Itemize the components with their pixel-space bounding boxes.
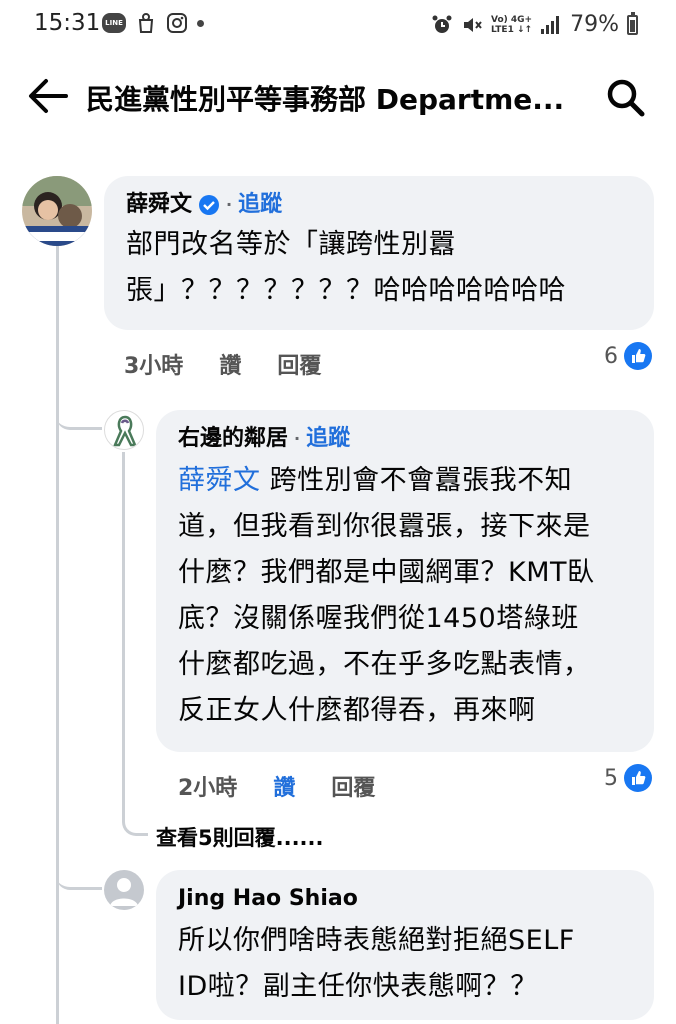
default-user-icon — [110, 878, 138, 906]
page-title: 民進黨性別平等事務部 Departme... — [86, 83, 565, 116]
status-bar: 15:31 LINE Vo) 4G+ LTE1 ↓↑ 79% — [0, 0, 676, 52]
reaction-count[interactable]: 5 — [604, 764, 652, 792]
signal-icon — [540, 14, 562, 36]
status-right-icons: Vo) 4G+ LTE1 ↓↑ 79% — [431, 11, 638, 37]
comment-bubble[interactable]: 薛舜文 · 追蹤 部門改名等於「讓跨性別囂 張」？？？？？？？哈哈哈哈哈哈哈 — [104, 176, 654, 330]
comment-actions: 2小時 讚 回覆 — [178, 770, 375, 802]
thread-connector-reply — [56, 400, 102, 430]
like-button[interactable]: 讚 — [219, 348, 241, 380]
thumbs-up-icon — [624, 342, 652, 370]
dot-icon — [197, 19, 204, 27]
comment-text: 所以你們啥時表態絕對拒絕SELF ID啦？副主任你快表態啊？？ — [178, 925, 575, 1002]
comment-text: 薛舜文 跨性別會不會囂張我不知 道，但我看到你很囂張，接下來是 什麼？我們都是中… — [178, 465, 595, 726]
comment-bubble[interactable]: Jing Hao Shiao 所以你們啥時表態絕對拒絕SELF ID啦？副主任你… — [156, 870, 654, 1020]
avatar[interactable] — [104, 870, 144, 910]
thread-line-main — [56, 246, 59, 1024]
line-icon: LINE — [102, 13, 126, 33]
follow-button[interactable]: 追蹤 — [238, 188, 282, 222]
ribbon-icon — [113, 415, 137, 447]
instagram-icon — [166, 12, 188, 34]
separator-dot: · — [294, 429, 301, 448]
battery-icon — [627, 11, 638, 35]
thread-line-reply — [122, 452, 125, 822]
thread-connector-more — [122, 806, 148, 836]
network-indicator: Vo) 4G+ LTE1 ↓↑ — [491, 14, 533, 35]
comment-author[interactable]: 薛舜文 — [126, 188, 192, 222]
comment-author[interactable]: Jing Hao Shiao — [178, 882, 358, 916]
status-left-icons: LINE — [102, 12, 204, 34]
search-icon — [607, 79, 645, 117]
verified-badge-icon — [199, 195, 220, 215]
app-header: 民進黨性別平等事務部 Departme... — [0, 62, 676, 132]
separator-dot: · — [226, 195, 233, 214]
comment-time: 3小時 — [124, 354, 184, 379]
shop-icon — [135, 12, 157, 34]
mention-link[interactable]: 薛舜文 — [178, 465, 261, 496]
follow-button[interactable]: 追蹤 — [306, 422, 350, 456]
thread-connector-comment3 — [56, 860, 102, 890]
comment-time: 2小時 — [178, 776, 238, 801]
comment-author[interactable]: 右邊的鄰居 — [178, 422, 288, 456]
user-photo-icon — [22, 176, 92, 246]
arrow-left-icon — [29, 79, 68, 113]
status-time: 15:31 — [34, 10, 101, 36]
avatar[interactable] — [22, 176, 92, 246]
view-more-replies-link[interactable]: 查看5則回覆...... — [156, 822, 323, 852]
avatar[interactable] — [104, 410, 144, 450]
reply-button[interactable]: 回覆 — [277, 348, 321, 380]
comment-bubble[interactable]: 右邊的鄰居 · 追蹤 薛舜文 跨性別會不會囂張我不知 道，但我看到你很囂張，接下… — [156, 410, 654, 752]
back-button[interactable] — [26, 76, 70, 116]
reply-button[interactable]: 回覆 — [331, 770, 375, 802]
battery-percent: 79% — [570, 12, 619, 37]
thumbs-up-icon — [624, 764, 652, 792]
like-button[interactable]: 讚 — [273, 770, 295, 802]
mute-icon — [461, 14, 483, 36]
alarm-icon — [431, 14, 453, 36]
reaction-count[interactable]: 6 — [604, 342, 652, 370]
search-button[interactable] — [604, 76, 648, 120]
comment-text: 部門改名等於「讓跨性別囂 張」？？？？？？？哈哈哈哈哈哈哈 — [126, 229, 566, 306]
comment-actions: 3小時 讚 回覆 — [124, 348, 321, 380]
